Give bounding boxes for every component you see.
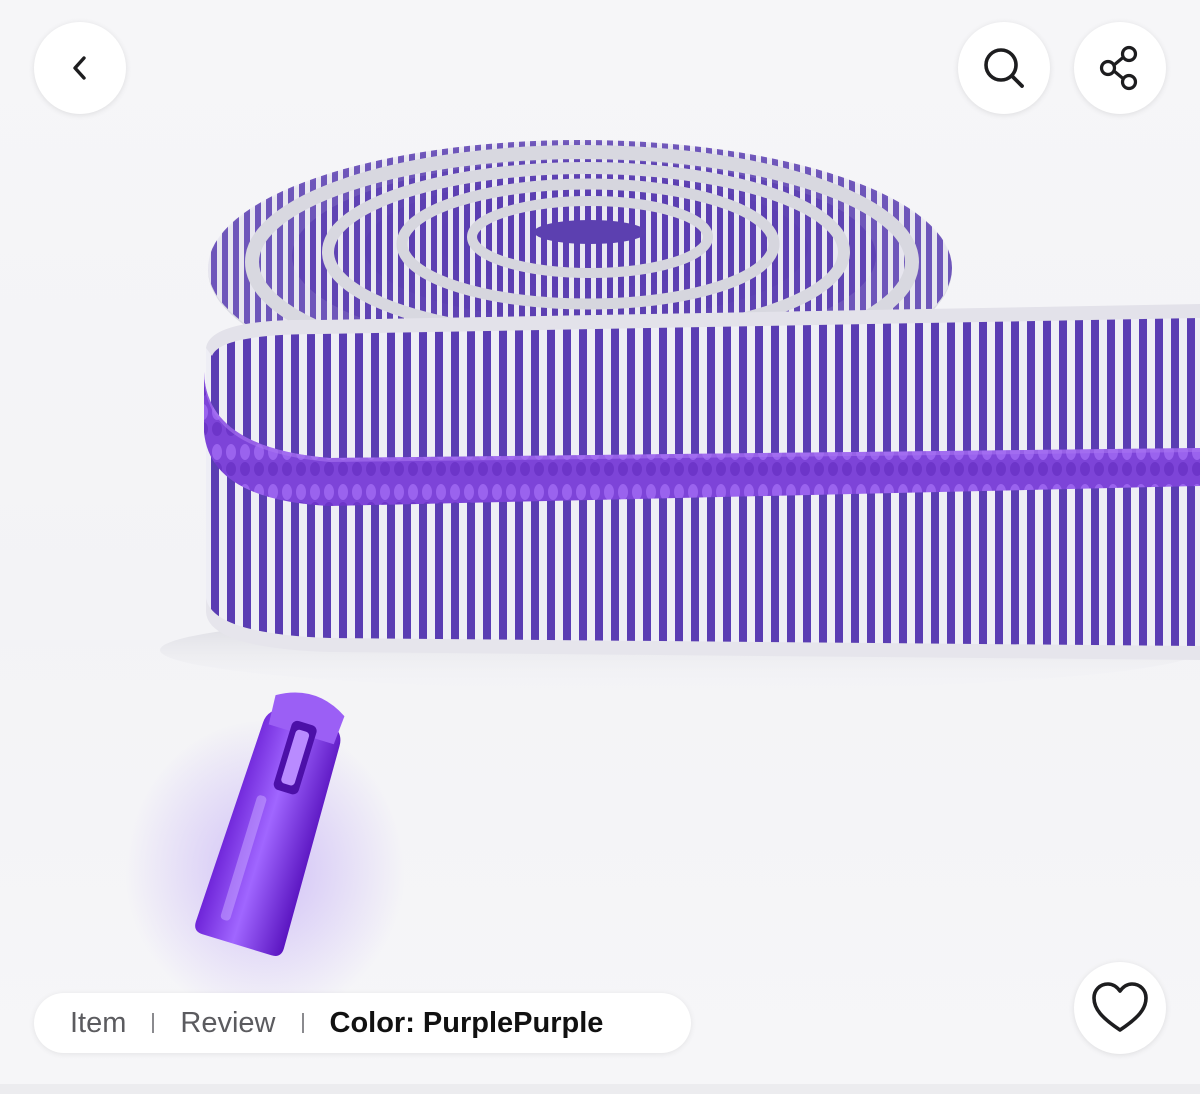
- search-button[interactable]: [958, 22, 1050, 114]
- bottom-divider: [0, 1084, 1200, 1094]
- tab-review[interactable]: Review: [180, 1007, 275, 1040]
- product-photo: [125, 140, 1200, 1020]
- share-button[interactable]: [1074, 22, 1166, 114]
- tab-color[interactable]: Color: PurplePurple: [330, 1007, 604, 1040]
- heart-icon: [1092, 982, 1148, 1032]
- favorite-button[interactable]: [1074, 962, 1166, 1054]
- back-button[interactable]: [34, 22, 126, 114]
- product-gallery: Item Review Color: PurplePurple: [0, 0, 1200, 1094]
- tab-divider: [301, 1013, 304, 1033]
- product-tabs: Item Review Color: PurplePurple: [34, 993, 691, 1053]
- tab-item[interactable]: Item: [70, 1007, 126, 1040]
- share-icon: [1099, 45, 1138, 91]
- tab-divider: [152, 1013, 155, 1033]
- search-icon: [984, 48, 1024, 88]
- chevron-left-icon: [73, 56, 86, 80]
